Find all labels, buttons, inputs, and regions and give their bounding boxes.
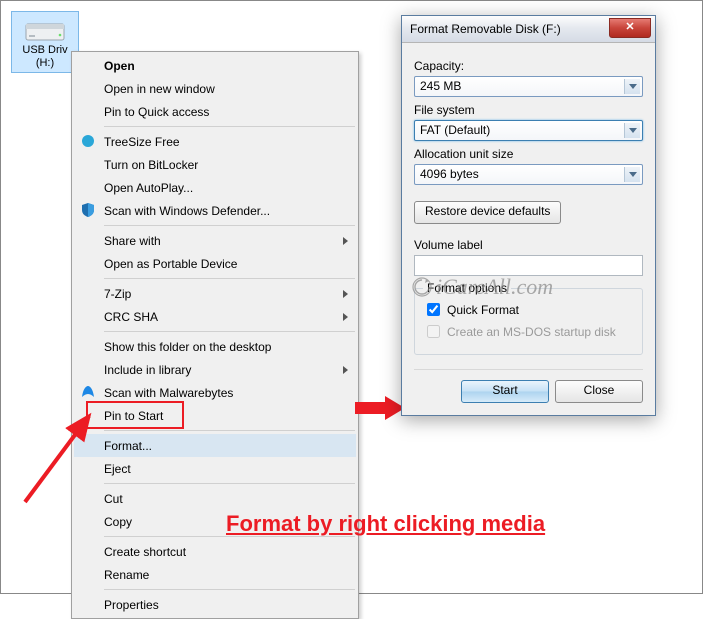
close-dialog-button[interactable]: Close: [555, 380, 643, 403]
menu-item-label: Pin to Start: [104, 409, 163, 423]
close-icon: ✕: [625, 21, 634, 33]
menu-item-label: Create shortcut: [104, 545, 186, 559]
dialog-titlebar[interactable]: Format Removable Disk (F:) ✕: [402, 16, 655, 43]
format-options-group: Format options Quick Format Create an MS…: [414, 288, 643, 355]
menu-separator: [104, 126, 355, 127]
volume-label: Volume label: [414, 238, 643, 252]
menu-separator: [104, 331, 355, 332]
msdos-input: [427, 325, 440, 338]
submenu-arrow-icon: [343, 290, 348, 298]
menu-item-label: Scan with Windows Defender...: [104, 204, 270, 218]
filesystem-label: File system: [414, 103, 643, 117]
menu-separator: [104, 278, 355, 279]
menu-item-properties[interactable]: Properties: [74, 593, 356, 616]
submenu-arrow-icon: [343, 237, 348, 245]
restore-defaults-button[interactable]: Restore device defaults: [414, 201, 561, 224]
caption-text: Format by right clicking media: [226, 511, 545, 537]
filesystem-value: FAT (Default): [420, 123, 490, 137]
menu-item-label: Show this folder on the desktop: [104, 340, 271, 354]
menu-item-7-zip[interactable]: 7-Zip: [74, 282, 356, 305]
menu-item-scan-with-malwarebytes[interactable]: Scan with Malwarebytes: [74, 381, 356, 404]
menu-item-label: TreeSize Free: [104, 135, 180, 149]
shield-icon: [80, 202, 96, 218]
menu-item-label: Format...: [104, 439, 152, 453]
menu-item-pin-to-start[interactable]: Pin to Start: [74, 404, 356, 427]
menu-item-scan-with-windows-defender[interactable]: Scan with Windows Defender...: [74, 199, 356, 222]
menu-item-crc-sha[interactable]: CRC SHA: [74, 305, 356, 328]
menu-item-eject[interactable]: Eject: [74, 457, 356, 480]
quick-format-input[interactable]: [427, 303, 440, 316]
menu-item-label: Rename: [104, 568, 149, 582]
alloc-label: Allocation unit size: [414, 147, 643, 161]
menu-item-create-shortcut[interactable]: Create shortcut: [74, 540, 356, 563]
dialog-title: Format Removable Disk (F:): [410, 22, 561, 36]
menu-item-treesize-free[interactable]: TreeSize Free: [74, 130, 356, 153]
menu-separator: [104, 589, 355, 590]
menu-item-label: Properties: [104, 598, 159, 612]
treesize-icon: [80, 133, 96, 149]
big-arrow-icon: [355, 396, 405, 420]
menu-item-format[interactable]: Format...: [74, 434, 356, 457]
malwarebytes-icon: [80, 384, 96, 400]
menu-item-rename[interactable]: Rename: [74, 563, 356, 586]
capacity-value: 245 MB: [420, 79, 461, 93]
menu-item-open-autoplay[interactable]: Open AutoPlay...: [74, 176, 356, 199]
capacity-label: Capacity:: [414, 59, 643, 73]
menu-item-label: Scan with Malwarebytes: [104, 386, 233, 400]
menu-item-open[interactable]: Open: [74, 54, 356, 77]
submenu-arrow-icon: [343, 313, 348, 321]
menu-item-share-with[interactable]: Share with: [74, 229, 356, 252]
quick-format-checkbox[interactable]: Quick Format: [423, 300, 634, 319]
menu-separator: [104, 430, 355, 431]
menu-item-label: Cut: [104, 492, 123, 506]
volume-label-input[interactable]: [414, 255, 643, 276]
chevron-down-icon: [624, 79, 640, 94]
menu-item-include-in-library[interactable]: Include in library: [74, 358, 356, 381]
chevron-down-icon: [624, 123, 640, 138]
filesystem-combo[interactable]: FAT (Default): [414, 120, 643, 141]
menu-item-label: Turn on BitLocker: [104, 158, 198, 172]
alloc-value: 4096 bytes: [420, 167, 479, 181]
menu-item-open-in-new-window[interactable]: Open in new window: [74, 77, 356, 100]
menu-separator: [104, 483, 355, 484]
menu-item-label: Copy: [104, 515, 132, 529]
capacity-combo[interactable]: 245 MB: [414, 76, 643, 97]
menu-item-label: CRC SHA: [104, 310, 158, 324]
msdos-label: Create an MS-DOS startup disk: [447, 325, 616, 339]
menu-item-label: Eject: [104, 462, 131, 476]
menu-item-label: Include in library: [104, 363, 191, 377]
close-button[interactable]: ✕: [609, 18, 651, 38]
msdos-checkbox: Create an MS-DOS startup disk: [423, 322, 634, 341]
menu-item-label: Open: [104, 59, 135, 73]
submenu-arrow-icon: [343, 366, 348, 374]
menu-item-label: 7-Zip: [104, 287, 131, 301]
format-options-title: Format options: [423, 281, 511, 295]
menu-separator: [104, 225, 355, 226]
drive-glyph-icon: [24, 16, 66, 44]
menu-item-label: Pin to Quick access: [104, 105, 209, 119]
format-dialog: Format Removable Disk (F:) ✕ Capacity: 2…: [401, 15, 656, 416]
alloc-combo[interactable]: 4096 bytes: [414, 164, 643, 185]
chevron-down-icon: [624, 167, 640, 182]
menu-item-label: Open as Portable Device: [104, 257, 237, 271]
menu-item-show-this-folder-on-the-desktop[interactable]: Show this folder on the desktop: [74, 335, 356, 358]
menu-item-pin-to-quick-access[interactable]: Pin to Quick access: [74, 100, 356, 123]
menu-item-turn-on-bitlocker[interactable]: Turn on BitLocker: [74, 153, 356, 176]
usb-drive-icon[interactable]: USB Driv (H:): [11, 11, 79, 73]
start-button[interactable]: Start: [461, 380, 549, 403]
drive-label-line1: USB Driv: [14, 44, 76, 57]
quick-format-label: Quick Format: [447, 303, 519, 317]
menu-item-label: Share with: [104, 234, 161, 248]
menu-item-cut[interactable]: Cut: [74, 487, 356, 510]
menu-item-label: Open AutoPlay...: [104, 181, 193, 195]
drive-label-line2: (H:): [14, 57, 76, 70]
menu-item-open-as-portable-device[interactable]: Open as Portable Device: [74, 252, 356, 275]
menu-item-label: Open in new window: [104, 82, 215, 96]
